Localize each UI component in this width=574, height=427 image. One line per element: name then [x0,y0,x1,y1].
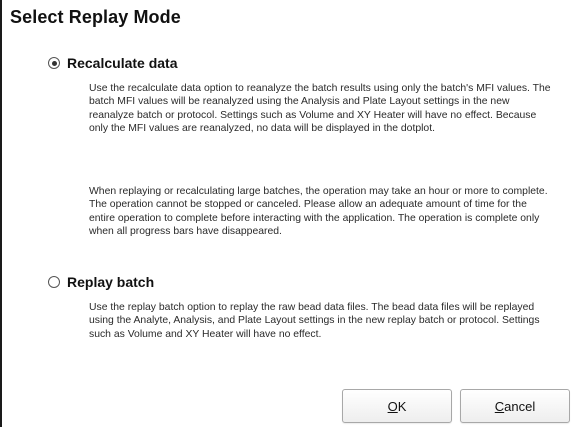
replay-batch-label: Replay batch [67,274,155,290]
recalculate-data-radio[interactable] [48,57,60,69]
long-operation-warning: When replaying or recalculating large ba… [89,186,548,238]
ok-button[interactable]: OK [342,389,452,423]
dialog-title: Select Replay Mode [10,7,181,27]
ok-mnemonic: O [387,398,398,414]
replay-batch-option[interactable]: Replay batch [48,274,154,290]
ok-label-rest: K [397,398,407,414]
recalculate-data-option[interactable]: Recalculate data [48,55,178,71]
recalculate-data-description: Use the recalculate data option to reana… [89,83,551,135]
cancel-mnemonic: C [494,398,505,414]
replay-batch-radio[interactable] [48,276,60,288]
select-replay-mode-dialog: Select Replay Mode Recalculate data Use … [0,0,574,427]
replay-batch-description: Use the replay batch option to replay th… [89,302,540,340]
recalculate-data-label: Recalculate data [67,55,178,71]
cancel-button[interactable]: Cancel [460,389,570,423]
cancel-label-rest: ancel [504,398,536,414]
